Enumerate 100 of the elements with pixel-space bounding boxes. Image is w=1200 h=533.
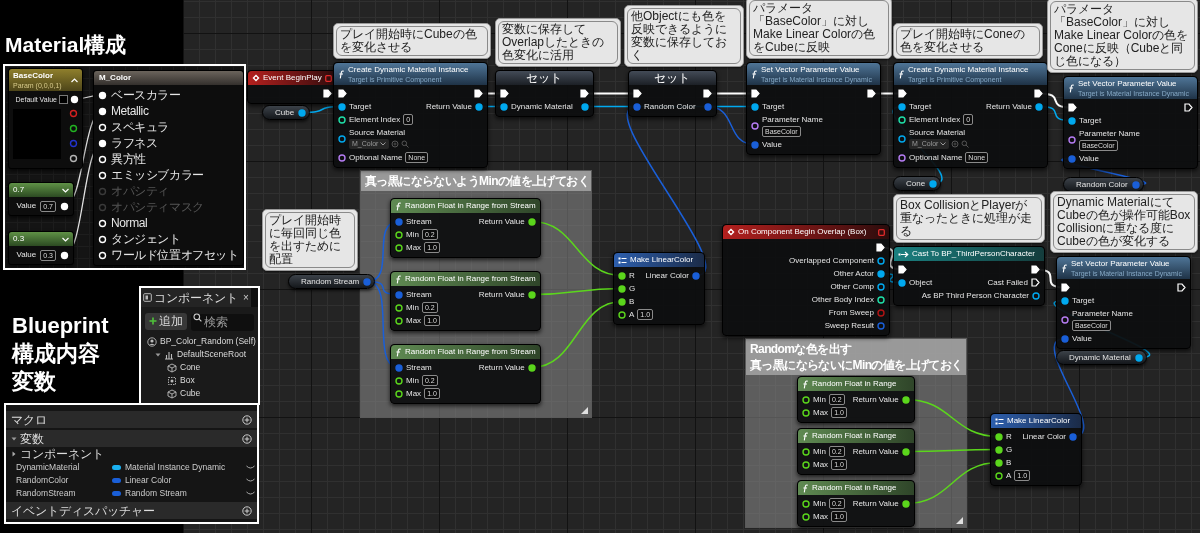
pin-label: Max <box>813 407 829 418</box>
pin-label: エミッシブカラー <box>111 168 204 182</box>
variable-label: Cone <box>906 178 926 189</box>
pin-label: Min <box>406 375 419 386</box>
node-title: BaseColor <box>13 70 54 81</box>
tree-item[interactable]: DefaultSceneRoot <box>141 348 258 361</box>
pin-label: Linear Color <box>1022 431 1066 442</box>
variable-node[interactable]: Cone <box>893 176 942 191</box>
section-header[interactable]: マクロ <box>6 411 257 428</box>
pin-label: Value <box>16 250 37 260</box>
node-title: セット <box>526 71 563 85</box>
pin-label: Optional Name <box>349 152 403 163</box>
variable-type: Random Stream <box>125 487 187 500</box>
pin-label: Min <box>813 446 826 457</box>
pin-label: スペキュラ <box>111 120 169 134</box>
pin-label: Stream <box>406 216 432 227</box>
pin-label: G <box>629 283 636 294</box>
variable-node[interactable]: Random Stream <box>288 274 376 289</box>
pin-label: Metallic <box>111 104 149 118</box>
pin-label: Stream <box>406 362 432 373</box>
variable-type: Material Instance Dynamic <box>125 461 226 474</box>
comment-title: 真っ黒にならないようMinの値を上げておく <box>365 173 590 189</box>
pin-label: B <box>629 296 635 307</box>
pin-label: Min <box>813 394 826 405</box>
pin-label: Element Index <box>349 114 401 125</box>
pin-label: Parameter Name <box>1079 128 1140 139</box>
tree-item[interactable]: BP_Color_Random (Self) <box>141 335 258 348</box>
variable-name: DynamicMaterial <box>16 461 81 474</box>
pin-label: オパシティマスク <box>111 200 204 214</box>
search-field[interactable]: 検索 <box>191 313 254 331</box>
pin-label: オパシティ <box>111 184 169 198</box>
comment-text: 他Objectにも色を反映できるように変数に保存しておく <box>627 8 741 64</box>
variable-name: RandomStream <box>16 487 77 500</box>
pin-label: A <box>1006 470 1012 481</box>
comment-title: Randomな色を出す <box>750 341 852 357</box>
pin-label: Source Material <box>909 128 966 138</box>
node-title: Random Float in Range from Stream <box>405 201 536 211</box>
variable-name: RandomColor <box>16 474 70 487</box>
tree-item[interactable]: Box <box>141 374 258 387</box>
pin-label: Min <box>406 229 419 240</box>
pin-label: Return Value <box>478 216 525 227</box>
variable-node[interactable]: Cube <box>262 105 311 120</box>
pin-label: Parameter Name <box>1072 308 1133 319</box>
node-title: Random Float in Range from Stream <box>405 274 536 284</box>
pin-label: Normal <box>111 216 148 230</box>
pin-label: Max <box>406 242 422 253</box>
section-label: イベントディスパッチャー <box>11 503 155 518</box>
variable-label: Random Stream <box>301 276 360 287</box>
tree-item[interactable]: Cone <box>141 361 258 374</box>
pin-label: Linear Color <box>645 270 689 281</box>
pin-label: As BP Third Person Character <box>921 290 1029 301</box>
node-title: 0.3 <box>13 234 25 244</box>
category-label: コンポーネント <box>20 447 104 461</box>
pin-label: G <box>1006 444 1013 455</box>
section-title: Blueprint <box>12 312 109 340</box>
pin-label: Target <box>762 101 785 112</box>
pin-label: R <box>629 270 635 281</box>
comment-text: パラメータ「BaseColor」に対しMake Linear Colorの色をConeに反映（Cubeと同じ色になる） <box>1050 1 1195 70</box>
pin-label: Dynamic Material <box>511 101 573 112</box>
close-button[interactable]: × <box>243 290 249 305</box>
pin-label: Cast Failed <box>987 277 1028 288</box>
variable-node[interactable]: Dynamic Material <box>1056 350 1147 365</box>
pin-label: Max <box>813 511 829 522</box>
section-header[interactable]: 変数 <box>6 430 257 447</box>
comment-text: プレイ開始時にCubeの色を変化させる <box>336 26 488 56</box>
pin-label: Return Value <box>985 101 1032 112</box>
variable-row[interactable]: RandomColor Linear Color <box>6 474 257 487</box>
node-title: Create Dynamic Material Instance <box>348 64 469 75</box>
section-title: Material構成 <box>5 34 127 55</box>
node-title: Random Float in Range <box>812 379 897 389</box>
tree-item[interactable]: Cube <box>141 387 258 400</box>
pin-label: Max <box>406 388 422 399</box>
pin-label: Return Value <box>425 101 472 112</box>
comment-text: 変数に保存してOverlapしたときの色変化に活用 <box>498 21 618 64</box>
node-title: Random Float in Range <box>812 483 897 493</box>
node-title: On Component Begin Overlap (Box) <box>738 227 867 237</box>
pin-label: Return Value <box>852 498 899 509</box>
section-title: 変数 <box>12 368 57 396</box>
pin-label: Other Actor <box>833 268 874 279</box>
pin-label: Max <box>406 315 422 326</box>
comment-text: プレイ開始時に毎回同じ色を出すために配置 <box>265 212 355 268</box>
pin-label: Element Index <box>909 114 961 125</box>
variable-row[interactable]: DynamicMaterial Material Instance Dynamic <box>6 461 257 474</box>
pin-label: Max <box>813 459 829 470</box>
variable-label: Random Color <box>1076 179 1128 190</box>
pin-label: Parameter Name <box>762 114 823 125</box>
node-title: Make LinearColor <box>1007 416 1071 426</box>
pin-label: Min <box>406 302 419 313</box>
panel-tab[interactable]: コンポーネント × <box>141 288 251 307</box>
pin-label: R <box>1006 431 1012 442</box>
section-header[interactable]: イベントディスパッチャー <box>6 502 257 519</box>
variable-row[interactable]: RandomStream Random Stream <box>6 487 257 500</box>
pin-label: ワールド位置オフセット <box>111 248 239 262</box>
variable-label: Cube <box>275 107 295 118</box>
node-title: Event BeginPlay <box>263 73 322 83</box>
category-row[interactable]: コンポーネント <box>6 447 257 461</box>
add-button[interactable]: 追加 <box>145 312 187 330</box>
comment-text: Dynamic MaterialにてCubeの色が操作可能Box Collisionに重なる度にCubeの色が変化する <box>1053 194 1195 250</box>
pin-label: Random Color <box>644 101 696 112</box>
pin-label: Target <box>909 101 932 112</box>
